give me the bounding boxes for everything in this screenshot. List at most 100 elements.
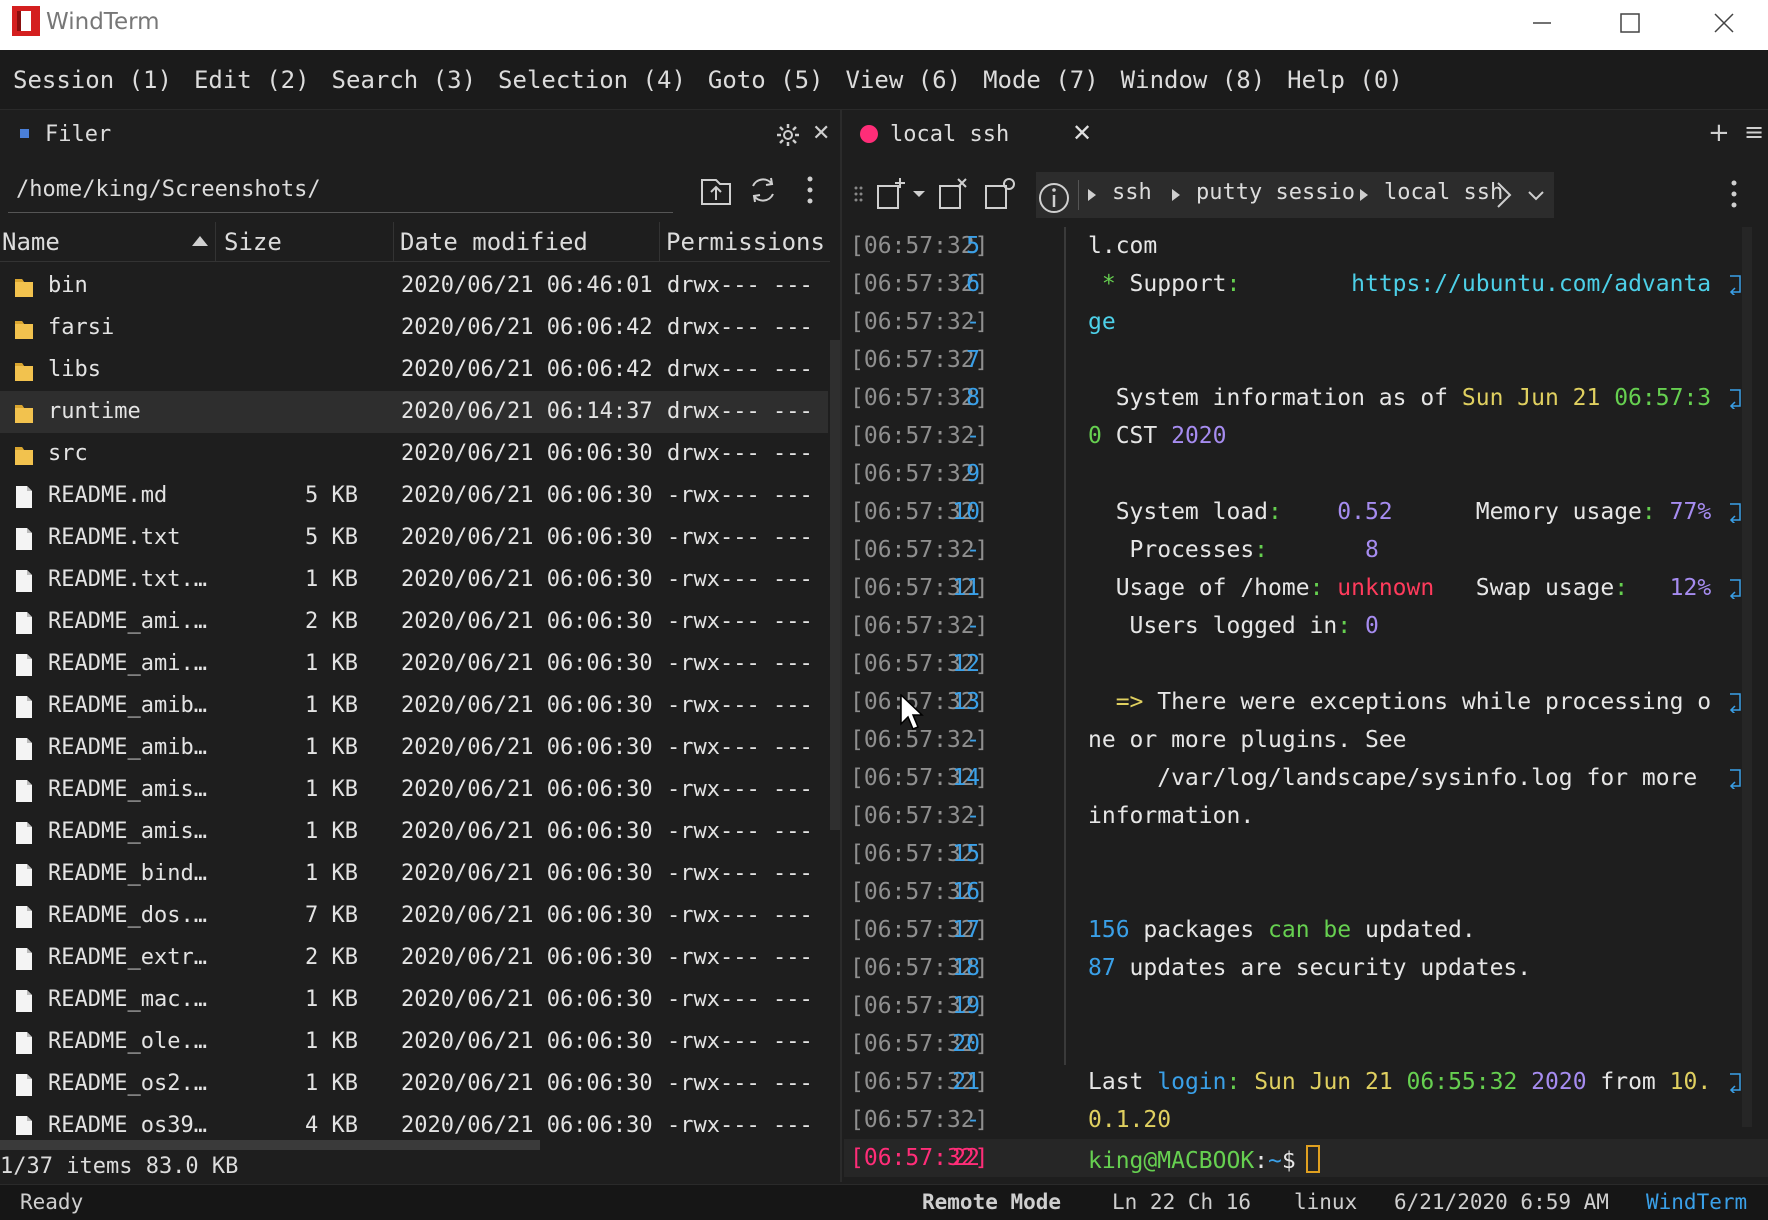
file-name: README.txt.… [48, 567, 207, 592]
line-text: * Support: https://ubuntu.com/advanta [1088, 271, 1711, 297]
file-row[interactable]: runtime2020/06/21 06:14:37drwx--- --- [0, 391, 828, 433]
menu-view[interactable]: View (6) [845, 66, 961, 94]
chevron-down-icon[interactable] [910, 176, 928, 212]
line-number: 20 [952, 1031, 980, 1057]
file-size: 1 KB [305, 567, 358, 592]
file-size: 1 KB [305, 861, 358, 886]
line-segment: 06:55:32 [1407, 1069, 1532, 1095]
duplicate-session-icon[interactable] [982, 176, 1018, 212]
status-os[interactable]: linux [1294, 1190, 1357, 1214]
more-options-icon[interactable] [1730, 178, 1738, 210]
refresh-icon[interactable] [745, 172, 781, 208]
terminal-toolbar: ssh putty sessio local ssh [844, 168, 1768, 222]
terminal-output[interactable]: [06:57:32]5l.com[06:57:32]6 * Support: h… [844, 227, 1768, 1182]
file-row[interactable]: README_ole.…1 KB2020/06/21 06:06:30-rwx-… [0, 1021, 828, 1063]
file-row[interactable]: README_extr…2 KB2020/06/21 06:06:30-rwx-… [0, 937, 828, 979]
new-session-icon[interactable] [874, 176, 910, 212]
file-row[interactable]: README_amis…1 KB2020/06/21 06:06:30-rwx-… [0, 769, 828, 811]
chevron-down-icon[interactable] [1526, 186, 1546, 206]
line-segment: Sun Jun 21 [1462, 385, 1614, 411]
column-header-name[interactable]: Name [2, 222, 216, 262]
menu-selection[interactable]: Selection (4) [498, 66, 686, 94]
status-cursor-position[interactable]: Ln 22 Ch 16 [1112, 1190, 1251, 1214]
breadcrumb-ssh[interactable]: ssh [1112, 180, 1152, 205]
column-header-date[interactable]: Date modified [398, 222, 660, 262]
close-button[interactable] [1698, 0, 1750, 46]
new-tab-icon[interactable]: + [1708, 118, 1730, 148]
file-list-horizontal-scrollbar[interactable] [0, 1140, 540, 1150]
line-segment: $ [1282, 1148, 1296, 1174]
file-row[interactable]: src2020/06/21 06:06:30drwx--- --- [0, 433, 828, 475]
line-segment: 77% [1670, 499, 1712, 525]
breadcrumb-arrow-icon [1172, 189, 1180, 201]
file-row[interactable]: README_amis…1 KB2020/06/21 06:06:30-rwx-… [0, 811, 828, 853]
breadcrumb-arrow-icon [1360, 189, 1368, 201]
maximize-button[interactable] [1604, 0, 1656, 46]
status-mode[interactable]: Remote Mode [922, 1190, 1061, 1214]
chevron-right-icon[interactable] [1492, 180, 1516, 210]
column-header-size[interactable]: Size [222, 222, 394, 262]
file-date: 2020/06/21 06:06:30 [401, 945, 653, 970]
menu-mode[interactable]: Mode (7) [983, 66, 1099, 94]
file-row[interactable]: farsi2020/06/21 06:06:42drwx--- --- [0, 307, 828, 349]
filer-tab[interactable]: Filer ✕ [0, 110, 842, 162]
drag-handle-icon[interactable] [852, 176, 866, 212]
file-row[interactable]: README_amib…1 KB2020/06/21 06:06:30-rwx-… [0, 727, 828, 769]
file-row[interactable]: README_mac.…1 KB2020/06/21 06:06:30-rwx-… [0, 979, 828, 1021]
file-row[interactable]: README_dos.…7 KB2020/06/21 06:06:30-rwx-… [0, 895, 828, 937]
upload-icon[interactable] [698, 172, 734, 208]
file-name: README_ami.… [48, 651, 207, 676]
file-date: 2020/06/21 06:06:30 [401, 651, 653, 676]
close-tab-icon[interactable]: ✕ [1072, 119, 1092, 147]
breadcrumb-local-ssh[interactable]: local ssh [1384, 180, 1503, 205]
file-date: 2020/06/21 06:06:30 [401, 1071, 653, 1096]
file-row[interactable]: libs2020/06/21 06:06:42drwx--- --- [0, 349, 828, 391]
file-list-scrollbar[interactable] [830, 340, 840, 830]
file-row[interactable]: README.txt.…1 KB2020/06/21 06:06:30-rwx-… [0, 559, 828, 601]
close-session-icon[interactable] [936, 176, 972, 212]
close-icon[interactable]: ✕ [812, 121, 830, 146]
line-segment: https://ubuntu.com/advanta [1351, 271, 1711, 297]
menu-help[interactable]: Help (0) [1287, 66, 1403, 94]
file-row[interactable]: README.md5 KB2020/06/21 06:06:30-rwx--- … [0, 475, 828, 517]
file-row[interactable]: README_amib…1 KB2020/06/21 06:06:30-rwx-… [0, 685, 828, 727]
menu-edit[interactable]: Edit (2) [194, 66, 310, 94]
line-segment: Last [1088, 1069, 1157, 1095]
file-permissions: -rwx--- --- [667, 1029, 813, 1054]
terminal-tab-label[interactable]: local ssh [890, 122, 1009, 147]
file-row[interactable]: README_os2.…1 KB2020/06/21 06:06:30-rwx-… [0, 1063, 828, 1105]
tab-menu-icon[interactable]: ≡ [1744, 118, 1764, 146]
file-row[interactable]: README_os39…4 KB2020/06/21 06:06:30-rwx-… [0, 1105, 828, 1135]
status-ready: Ready [20, 1190, 83, 1214]
gear-icon[interactable] [776, 123, 800, 147]
file-permissions: -rwx--- --- [667, 525, 813, 550]
line-number: - [966, 613, 980, 639]
file-row[interactable]: README_ami.…1 KB2020/06/21 06:06:30-rwx-… [0, 643, 828, 685]
line-segment: 06:57:3 [1614, 385, 1711, 411]
menu-window[interactable]: Window (8) [1121, 66, 1266, 94]
file-size: 1 KB [305, 987, 358, 1012]
line-text: king@MACBOOK:~$ [1088, 1145, 1320, 1174]
line-number: 10 [952, 499, 980, 525]
status-bar: Ready Remote Mode Ln 22 Ch 16 linux 6/21… [0, 1184, 1768, 1220]
file-name: README_ole.… [48, 1029, 207, 1054]
file-row[interactable]: README.txt5 KB2020/06/21 06:06:30-rwx---… [0, 517, 828, 559]
file-row[interactable]: README_ami.…2 KB2020/06/21 06:06:30-rwx-… [0, 601, 828, 643]
info-icon[interactable] [1036, 180, 1072, 216]
menu-session[interactable]: Session (1) [13, 66, 172, 94]
status-brand[interactable]: WindTerm [1646, 1190, 1747, 1214]
menu-search[interactable]: Search (3) [332, 66, 477, 94]
line-segment: packages [1130, 917, 1268, 943]
minimize-button[interactable] [1516, 0, 1568, 46]
column-header-permissions[interactable]: Permissions [664, 222, 830, 262]
file-row[interactable]: bin2020/06/21 06:46:01drwx--- --- [0, 265, 828, 307]
breadcrumb-putty-session[interactable]: putty sessio [1196, 180, 1355, 205]
path-input[interactable]: /home/king/Screenshots/ [8, 167, 673, 213]
title-bar: WindTerm [0, 0, 1768, 50]
file-date: 2020/06/21 06:06:42 [401, 357, 653, 382]
file-row[interactable]: README_bind…1 KB2020/06/21 06:06:30-rwx-… [0, 853, 828, 895]
line-segment: information. [1088, 803, 1254, 829]
menu-goto[interactable]: Goto (5) [708, 66, 824, 94]
more-options-icon[interactable] [792, 172, 828, 208]
terminal-line: [06:57:32]-ge [844, 303, 1768, 341]
